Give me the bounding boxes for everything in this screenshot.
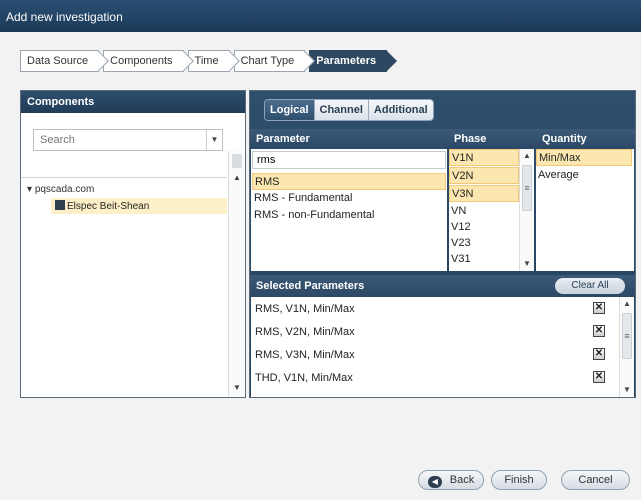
tab-group: Logical Channel Additional	[264, 99, 434, 121]
components-panel: Components ▼ ▾ pqscada.com Elspec Beit-S…	[20, 90, 246, 398]
selected-parameters-header: Selected Parameters Clear All	[250, 275, 635, 297]
header-quantity: Quantity	[542, 133, 587, 145]
selected-parameters-list: RMS, V1N, Min/Max ✕ RMS, V2N, Min/Max ✕ …	[251, 297, 634, 397]
parameters-panel: Logical Channel Additional Parameter Pha…	[249, 90, 636, 398]
chevron-down-icon[interactable]: ▼	[206, 130, 222, 150]
search-box[interactable]: ▼	[33, 129, 223, 151]
tree-scrollbar[interactable]: ▲ ▼	[228, 151, 245, 397]
quantity-list: Min/Max Average	[536, 149, 634, 271]
window-title: Add new investigation	[0, 0, 641, 32]
parameter-filter[interactable]	[252, 151, 446, 169]
selected-row-label: RMS, V3N, Min/Max	[255, 349, 355, 361]
scroll-down-icon[interactable]: ▼	[523, 259, 531, 268]
phase-item[interactable]: V3N	[449, 185, 519, 202]
selected-row: RMS, V2N, Min/Max ✕	[251, 320, 617, 342]
tree-node-selected[interactable]: Elspec Beit-Shean	[51, 198, 227, 214]
selected-row-label: RMS, V1N, Min/Max	[255, 303, 355, 315]
tree-node-root[interactable]: ▾ pqscada.com	[27, 184, 94, 195]
tab-channel[interactable]: Channel	[313, 100, 368, 120]
scroll-thumb[interactable]	[232, 154, 242, 168]
scroll-down-icon[interactable]: ▼	[233, 383, 241, 392]
phase-item[interactable]: V1N	[449, 149, 519, 166]
clear-all-button[interactable]: Clear All	[555, 278, 625, 294]
parameter-item[interactable]: RMS - non-Fundamental	[252, 207, 446, 224]
step-data-source[interactable]: Data Source	[20, 50, 110, 72]
phase-scrollbar[interactable]: ▲ ≡ ▼	[519, 149, 534, 271]
expand-icon[interactable]: ▾	[27, 184, 32, 195]
cancel-button[interactable]: Cancel	[561, 470, 630, 490]
step-parameters[interactable]: Parameters	[309, 50, 398, 72]
phase-item[interactable]: V23	[449, 235, 519, 252]
selected-row: RMS, V3N, Min/Max ✕	[251, 343, 617, 365]
parameter-filter-input[interactable]	[253, 152, 445, 168]
phase-item[interactable]: V2N	[449, 167, 519, 184]
parameter-item[interactable]: RMS	[252, 173, 446, 190]
selected-scrollbar[interactable]: ▲ ≡ ▼	[619, 297, 634, 397]
back-arrow-icon: ◀	[427, 476, 442, 488]
finish-button[interactable]: Finish	[491, 470, 547, 490]
step-components[interactable]: Components	[103, 50, 194, 72]
parameter-list: RMS RMS - Fundamental RMS - non-Fundamen…	[251, 149, 447, 271]
device-icon	[55, 200, 65, 210]
phase-item[interactable]: V12	[449, 219, 519, 236]
selected-row: THD, V1N, Min/Max ✕	[251, 366, 617, 388]
selected-row-label: THD, V1N, Min/Max	[255, 372, 353, 384]
scroll-down-icon[interactable]: ▼	[623, 385, 631, 394]
components-title: Components	[21, 91, 245, 113]
scroll-thumb[interactable]: ≡	[622, 313, 632, 359]
remove-icon[interactable]: ✕	[593, 325, 605, 337]
quantity-item[interactable]: Average	[536, 167, 632, 184]
selected-row: RMS, V1N, Min/Max ✕	[251, 297, 617, 319]
phase-item[interactable]: V31	[449, 251, 519, 268]
search-input[interactable]	[34, 130, 206, 150]
back-button[interactable]: ◀ Back	[418, 470, 484, 490]
remove-icon[interactable]: ✕	[593, 348, 605, 360]
tab-additional[interactable]: Additional	[367, 100, 433, 120]
scroll-up-icon[interactable]: ▲	[523, 151, 531, 160]
phase-list: V1N V2N V3N VN V12 V23 V31	[449, 149, 519, 271]
scroll-thumb[interactable]: ≡	[522, 165, 532, 211]
selected-parameters-title: Selected Parameters	[256, 280, 365, 292]
quantity-item[interactable]: Min/Max	[536, 149, 632, 166]
step-chart-type[interactable]: Chart Type	[233, 50, 316, 72]
grid-header: Parameter Phase Quantity	[250, 129, 635, 149]
wizard-breadcrumb: Data Source Components Time Chart Type P…	[20, 50, 398, 72]
remove-icon[interactable]: ✕	[593, 302, 605, 314]
scroll-up-icon[interactable]: ▲	[233, 173, 241, 182]
selected-row-label: RMS, V2N, Min/Max	[255, 326, 355, 338]
component-tree: ▾ pqscada.com Elspec Beit-Shean	[21, 177, 227, 393]
header-phase: Phase	[454, 133, 487, 145]
remove-icon[interactable]: ✕	[593, 371, 605, 383]
scroll-up-icon[interactable]: ▲	[623, 299, 631, 308]
tab-logical[interactable]: Logical	[265, 100, 314, 120]
header-parameter: Parameter	[256, 133, 310, 145]
phase-item[interactable]: VN	[449, 203, 519, 220]
parameter-item[interactable]: RMS - Fundamental	[252, 190, 446, 207]
